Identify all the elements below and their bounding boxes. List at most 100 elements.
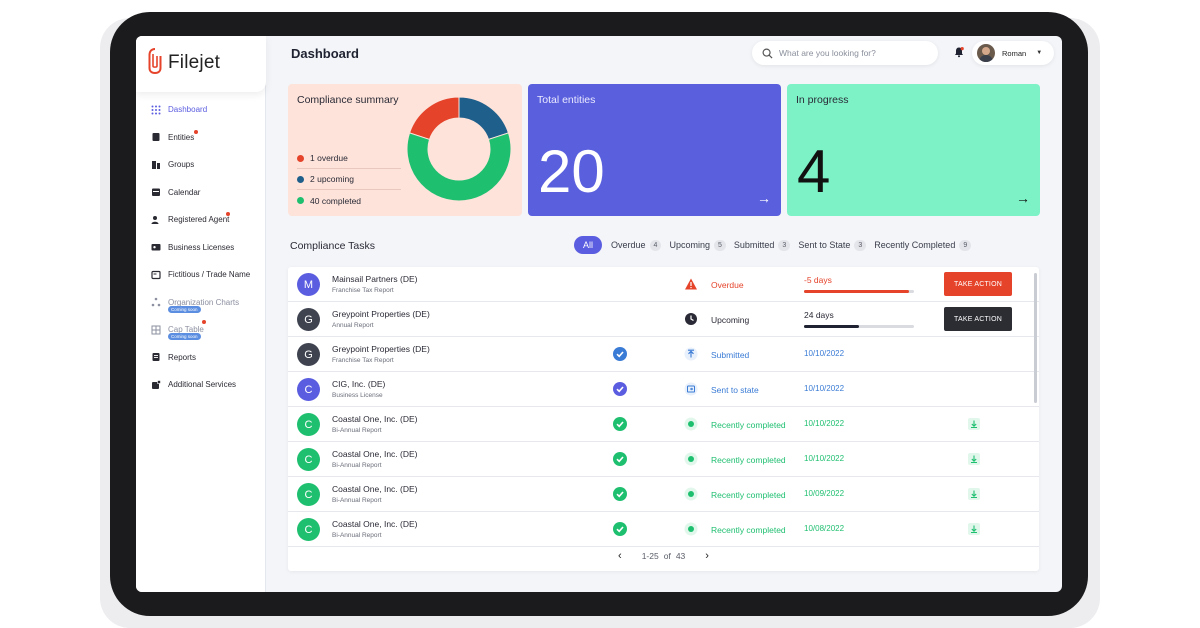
entity-name[interactable]: CIG, Inc. (DE) (332, 379, 385, 389)
entity-initial: C (304, 523, 313, 536)
task-type: Bi-Annual Report (332, 427, 382, 434)
cap-table-icon (151, 325, 161, 335)
sidebar-item-calendar[interactable]: Calendar (136, 179, 266, 207)
tab-upcoming[interactable]: Upcoming 5 (669, 239, 726, 251)
table-row[interactable]: M Mainsail Partners (DE) Franchise Tax Rep… (288, 267, 1039, 302)
sidebar-item-reports[interactable]: Reports (136, 344, 266, 372)
scrollbar[interactable] (1034, 273, 1037, 403)
donut-slice-completed (406, 132, 512, 202)
logo[interactable]: Filejet (136, 36, 266, 92)
tab-overdue[interactable]: Overdue 4 (611, 239, 662, 251)
take-action-button[interactable]: TAKE ACTION (944, 307, 1012, 331)
user-name: Roman (1002, 48, 1027, 58)
sidebar-item-cap-table[interactable]: Cap Table Coming soon (136, 316, 266, 344)
filter-label: Sent to State (798, 240, 851, 250)
download-icon[interactable] (968, 488, 980, 500)
entity-name[interactable]: Coastal One, Inc. (DE) (332, 414, 418, 424)
grid-icon (151, 105, 161, 115)
sidebar-item-label: Fictitious / Trade Name (168, 270, 251, 280)
total-entities-card[interactable]: Total entities 20 → (528, 84, 781, 216)
sidebar-item-groups[interactable]: Groups (136, 151, 266, 179)
download-icon[interactable] (968, 523, 980, 535)
agent-icon (151, 215, 161, 225)
tab-submitted[interactable]: Submitted 3 (734, 239, 791, 251)
table-row[interactable]: C Coastal One, Inc. (DE) Bi-Annual Report R… (288, 442, 1039, 477)
tab-sent-to-state[interactable]: Sent to State 3 (798, 239, 867, 251)
arrow-right-icon[interactable]: → (757, 190, 771, 206)
sidebar-item-label: Groups (168, 160, 195, 170)
download-icon[interactable] (968, 453, 980, 465)
task-date: 10/10/2022 (804, 454, 845, 463)
tab-recently-completed[interactable]: Recently Completed 9 (874, 239, 972, 251)
sidebar-item-registered-agent[interactable]: Registered Agent (136, 206, 266, 234)
entity-name[interactable]: Greypoint Properties (DE) (332, 344, 430, 354)
sidebar-item-fictitious-trade-name[interactable]: Fictitious / Trade Name (136, 261, 266, 289)
prev-page-button[interactable]: ‹ (618, 550, 622, 562)
task-type: Bi-Annual Report (332, 532, 382, 539)
entity-initial: G (304, 313, 313, 326)
completed-dot-icon (684, 522, 698, 536)
sidebar-item-label: Reports (168, 352, 197, 362)
legend-item: 1 overdue (297, 148, 401, 169)
donut-slice-overdue (408, 96, 460, 141)
send-icon (684, 382, 698, 396)
compliance-tasks-title: Compliance Tasks (290, 240, 376, 252)
total-entities-value: 20 (538, 138, 605, 205)
take-action-button[interactable]: TAKE ACTION (944, 272, 1012, 296)
license-icon (151, 242, 161, 252)
sidebar-item-label: Business Licenses (168, 242, 235, 252)
due-progress-fill (804, 290, 909, 293)
entity-name[interactable]: Mainsail Partners (DE) (332, 274, 418, 284)
table-row[interactable]: G Greypoint Properties (DE) Franchise Tax … (288, 337, 1039, 372)
sidebar-item-dashboard[interactable]: Dashboard (136, 96, 266, 124)
task-date: 10/08/2022 (804, 524, 845, 533)
compliance-legend: 1 overdue 2 upcoming 40 completed (297, 148, 401, 211)
legend-label: 2 upcoming (310, 174, 354, 184)
compliance-donut-chart (406, 96, 512, 202)
search-box[interactable] (752, 41, 938, 65)
coming-soon-badge: Coming soon (168, 305, 201, 313)
completed-dot-icon (684, 417, 698, 431)
entity-name[interactable]: Greypoint Properties (DE) (332, 309, 430, 319)
table-row[interactable]: C CIG, Inc. (DE) Business License Sent to s… (288, 372, 1039, 407)
legend-label: 1 overdue (310, 153, 348, 163)
download-icon[interactable] (968, 418, 980, 430)
sidebar: Filejet Dashboard Entities Groups Calendar R… (136, 36, 266, 592)
trade-name-icon (151, 270, 161, 280)
user-menu[interactable]: Roman ▼ (972, 41, 1054, 65)
upload-icon (684, 347, 698, 361)
next-page-button[interactable]: › (705, 550, 709, 562)
status-label: Upcoming (711, 315, 750, 325)
status-label: Recently completed (711, 490, 786, 500)
arrow-right-icon[interactable]: → (1016, 190, 1030, 206)
table-row[interactable]: C Coastal One, Inc. (DE) Bi-Annual Report R… (288, 477, 1039, 512)
task-type: Bi-Annual Report (332, 462, 382, 469)
entity-name[interactable]: Coastal One, Inc. (DE) (332, 519, 418, 529)
table-row[interactable]: C Coastal One, Inc. (DE) Bi-Annual Report R… (288, 512, 1039, 547)
compliance-summary-card[interactable]: Compliance summary 1 overdue 2 upcoming 40… (288, 84, 522, 216)
days-remaining: 24 days (804, 310, 834, 320)
tab-all[interactable]: All (574, 236, 603, 254)
check-circle-icon (613, 417, 627, 431)
completed-dot-icon (684, 452, 698, 466)
table-row[interactable]: G Greypoint Properties (DE) Annual Report U… (288, 302, 1039, 337)
sidebar-item-business-licenses[interactable]: Business Licenses (136, 234, 266, 262)
status-label: Recently completed (711, 420, 786, 430)
check-circle-icon (613, 522, 627, 536)
app-screen: Filejet Dashboard Entities Groups Calendar R… (136, 36, 1062, 592)
entity-name[interactable]: Coastal One, Inc. (DE) (332, 449, 418, 459)
search-input[interactable] (779, 48, 929, 58)
in-progress-card[interactable]: In progress 4 → (787, 84, 1040, 216)
task-date: 10/10/2022 (804, 349, 845, 358)
notification-bell-icon[interactable] (953, 46, 965, 58)
sidebar-item-label: Entities (168, 132, 195, 142)
sidebar-item-additional-services[interactable]: Additional Services (136, 371, 266, 399)
check-circle-icon (613, 452, 627, 466)
entity-avatar: C (297, 413, 320, 436)
entity-name[interactable]: Coastal One, Inc. (DE) (332, 484, 418, 494)
sidebar-item-organization-charts[interactable]: Organization Charts Coming soon (136, 289, 266, 317)
table-row[interactable]: C Coastal One, Inc. (DE) Bi-Annual Report R… (288, 407, 1039, 442)
in-progress-value: 4 (797, 138, 831, 205)
legend-item: 40 completed (297, 190, 401, 211)
sidebar-item-entities[interactable]: Entities (136, 124, 266, 152)
